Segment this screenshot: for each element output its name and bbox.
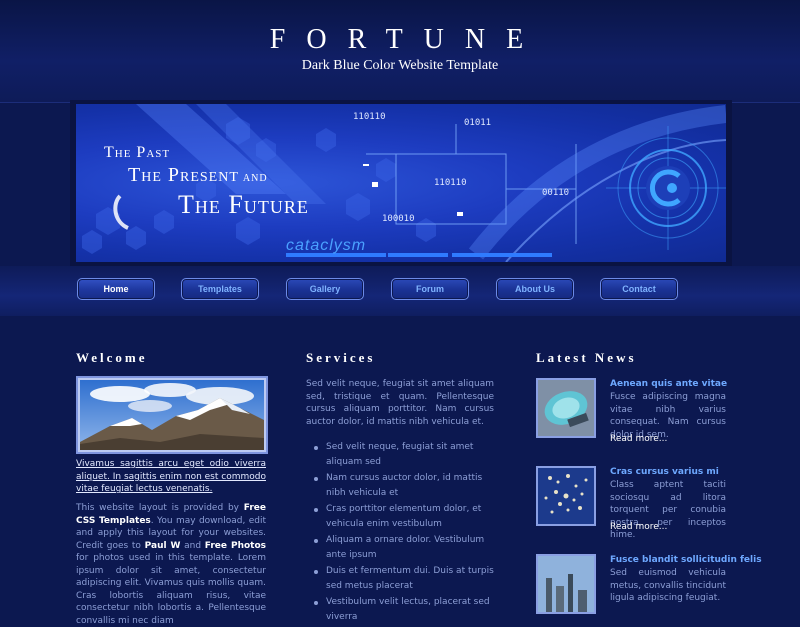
news-text-3: Sed euismod vehicula metus, convallis ti… <box>610 568 726 603</box>
read-more-link-1[interactable]: Read more... <box>610 434 667 444</box>
banner-brand-text: cataclysm <box>286 237 367 254</box>
services-item: Cras porttitor elementum dolor, et vehic… <box>306 502 496 532</box>
welcome-link[interactable]: Vivamus sagittis arcu eget odio viverra … <box>76 458 266 496</box>
site-subtitle: Dark Blue Color Website Template <box>301 58 499 73</box>
city-image <box>538 556 594 612</box>
banner-and-text: and <box>242 173 268 184</box>
banner-binary-1: 110110 <box>353 112 386 122</box>
nav-about-us[interactable]: About Us <box>496 278 574 300</box>
nav-templates[interactable]: Templates <box>181 278 259 300</box>
banner-binary-5: 100010 <box>382 214 415 224</box>
read-more-link-2[interactable]: Read more... <box>610 522 667 532</box>
news-text-2: Class aptent taciti sociosqu ad litora t… <box>610 480 726 540</box>
banner-image: The Past The Present and The Future 11011… <box>76 104 726 262</box>
services-list: Sed velit neque, feugiat sit amet aliqua… <box>306 440 496 626</box>
welcome-body-text-1: This website layout is provided by <box>76 503 244 513</box>
services-item: Duis et fermentum dui. Duis at turpis se… <box>306 564 496 594</box>
services-intro: Sed velit neque, feugiat sit amet aliqua… <box>306 379 494 427</box>
welcome-body: This website layout is provided by Free … <box>76 502 266 627</box>
nav-contact[interactable]: Contact <box>600 278 678 300</box>
banner-binary-3: 110110 <box>434 178 467 188</box>
main-nav: Home Templates Gallery Forum About Us Co… <box>0 266 800 316</box>
services-item: Nam cursus auctor dolor, id mattis nibh … <box>306 471 496 501</box>
news-thumb-3[interactable] <box>536 554 596 614</box>
banner-line-future: The Future <box>178 190 309 219</box>
welcome-heading: Welcome <box>76 350 148 365</box>
nav-gallery[interactable]: Gallery <box>286 278 364 300</box>
map-image <box>538 468 594 524</box>
news-thumb-2[interactable] <box>536 466 596 526</box>
news-heading: Latest News <box>536 350 637 365</box>
welcome-body-text-3: and <box>180 540 205 551</box>
mountain-image <box>80 380 264 450</box>
news-title-1[interactable]: Aenean quis ante vitae <box>610 379 727 389</box>
banner-binary-2: 01011 <box>464 118 492 128</box>
paul-w-link[interactable]: Paul W <box>145 541 181 551</box>
news-title-2[interactable]: Cras cursus varius mi <box>610 467 719 477</box>
welcome-body-text-4: for photos used in this template. Lorem … <box>76 553 266 626</box>
banner-line-present: The Present and <box>128 164 268 187</box>
nav-forum[interactable]: Forum <box>391 278 469 300</box>
services-heading: Services <box>306 350 376 365</box>
free-photos-link[interactable]: Free Photos <box>205 541 266 551</box>
watch-image <box>538 380 594 436</box>
news-title-3[interactable]: Fusce blandit sollicitudin felis <box>610 555 762 565</box>
news-thumb-1[interactable] <box>536 378 596 438</box>
welcome-photo <box>76 376 268 454</box>
site-header: FORTUNE Dark Blue Color Website Template <box>0 0 800 103</box>
services-item: Sed velit neque, feugiat sit amet aliqua… <box>306 440 496 470</box>
services-item: Aliquam a ornare dolor. Vestibulum ante … <box>306 533 496 563</box>
site-title[interactable]: FORTUNE <box>0 24 800 56</box>
nav-home[interactable]: Home <box>77 278 155 300</box>
banner-present-text: The Present <box>128 164 239 186</box>
banner-line-past: The Past <box>104 144 171 161</box>
banner-binary-4: 00110 <box>542 188 570 198</box>
